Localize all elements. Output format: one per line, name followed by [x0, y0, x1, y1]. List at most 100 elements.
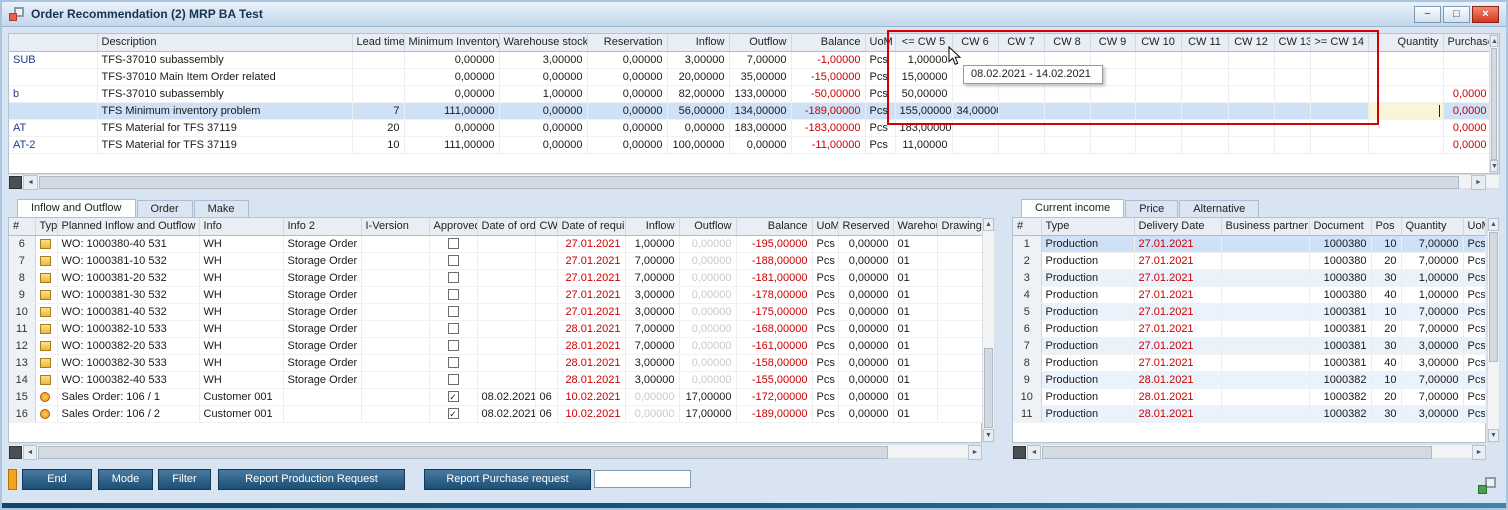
approved-checkbox[interactable]	[448, 306, 459, 317]
scrollbar-thumb[interactable]	[984, 348, 993, 428]
scrollbar-thumb[interactable]	[1491, 48, 1497, 160]
item-column-header[interactable]: Purchase ite	[1443, 34, 1491, 51]
item-column-header[interactable]: Quantity	[1368, 34, 1443, 51]
current-income-column-header[interactable]: Business partner	[1221, 218, 1309, 235]
scrollbar-thumb[interactable]	[39, 176, 1459, 189]
inflow-outflow-column-header[interactable]: Typ	[35, 218, 57, 235]
approved-checkbox[interactable]	[448, 289, 459, 300]
inflow-outflow-column-header[interactable]: I-Version	[361, 218, 429, 235]
inflow-outflow-column-header[interactable]: Inflow	[625, 218, 679, 235]
item-column-header[interactable]: Inflow	[667, 34, 729, 51]
item-column-header[interactable]: CW 13	[1274, 34, 1310, 51]
current-income-column-header[interactable]: Type	[1041, 218, 1134, 235]
inflow-outflow-column-header[interactable]: Drawing	[937, 218, 983, 235]
approved-checkbox[interactable]	[448, 323, 459, 334]
scroll-right-icon[interactable]: ►	[1471, 175, 1486, 190]
inflow-outflow-row[interactable]: 13 WO: 1000382-30 533 WH Storage Order 2…	[9, 354, 983, 371]
current-income-vscrollbar[interactable]: ▲ ▼	[1487, 217, 1500, 443]
cell-quantity[interactable]	[1368, 51, 1443, 68]
tab[interactable]: Inflow and Outflow	[17, 199, 136, 217]
item-row[interactable]: TFS Minimum inventory problem 7 111,0000…	[9, 102, 1491, 119]
tab[interactable]: Order	[137, 200, 193, 217]
inflow-outflow-column-header[interactable]: UoM	[812, 218, 838, 235]
inflow-outflow-column-header[interactable]: Date of requiren	[557, 218, 625, 235]
close-button[interactable]: ×	[1472, 6, 1499, 23]
current-income-row[interactable]: 11 Production 28.01.2021 1000382 30 3,00…	[1013, 405, 1485, 422]
inflow-outflow-row[interactable]: 16 Sales Order: 106 / 2 Customer 001 ✓ 0…	[9, 405, 983, 422]
splitter-grip[interactable]	[9, 446, 22, 459]
item-row[interactable]: TFS-37010 Main Item Order related 0,0000…	[9, 68, 1491, 85]
approved-checkbox[interactable]: ✓	[448, 408, 459, 419]
inflow-outflow-row[interactable]: 8 WO: 1000381-20 532 WH Storage Order 27…	[9, 269, 983, 286]
current-income-column-header[interactable]: Quantity	[1401, 218, 1463, 235]
inflow-outflow-column-header[interactable]: Outflow	[679, 218, 736, 235]
current-income-row[interactable]: 1 Production 27.01.2021 1000380 10 7,000…	[1013, 235, 1485, 252]
current-income-row[interactable]: 9 Production 28.01.2021 1000382 10 7,000…	[1013, 371, 1485, 388]
current-income-column-header[interactable]: Delivery Date	[1134, 218, 1221, 235]
current-income-row[interactable]: 5 Production 27.01.2021 1000381 10 7,000…	[1013, 303, 1485, 320]
inflow-outflow-column-header[interactable]: Approved	[429, 218, 477, 235]
item-table-hscrollbar[interactable]: ◄ ►	[8, 174, 1500, 189]
inflow-outflow-row[interactable]: 10 WO: 1000381-40 532 WH Storage Order 2…	[9, 303, 983, 320]
current-income-column-header[interactable]: Document	[1309, 218, 1371, 235]
current-income-row[interactable]: 8 Production 27.01.2021 1000381 40 3,000…	[1013, 354, 1485, 371]
current-income-row[interactable]: 6 Production 27.01.2021 1000381 20 7,000…	[1013, 320, 1485, 337]
end-button[interactable]: End	[22, 469, 92, 490]
inflow-outflow-vscrollbar[interactable]: ▲ ▼	[982, 217, 995, 443]
item-column-header[interactable]: Reservation	[587, 34, 667, 51]
approved-checkbox[interactable]	[448, 255, 459, 266]
inflow-outflow-column-header[interactable]: Info	[199, 218, 283, 235]
cell-quantity[interactable]	[1368, 102, 1443, 119]
inflow-outflow-column-header[interactable]: Warehouse	[893, 218, 937, 235]
cell-quantity[interactable]	[1368, 119, 1443, 136]
item-column-header[interactable]: CW 8	[1044, 34, 1090, 51]
scroll-down-icon[interactable]: ▼	[1488, 429, 1499, 442]
report-production-request-button[interactable]: Report Production Request	[218, 469, 405, 490]
tab[interactable]: Make	[194, 200, 249, 217]
report-purchase-request-button[interactable]: Report Purchase request	[424, 469, 591, 490]
maximize-button[interactable]: □	[1443, 6, 1470, 23]
scroll-right-icon[interactable]: ►	[1472, 445, 1486, 460]
tab[interactable]: Price	[1125, 200, 1178, 217]
approved-checkbox[interactable]	[448, 357, 459, 368]
footer-input[interactable]	[594, 470, 691, 488]
current-income-row[interactable]: 7 Production 27.01.2021 1000381 30 3,000…	[1013, 337, 1485, 354]
item-column-header[interactable]: >= CW 14	[1310, 34, 1368, 51]
approved-checkbox[interactable]	[448, 238, 459, 249]
current-income-column-header[interactable]: Pos	[1371, 218, 1401, 235]
current-income-row[interactable]: 4 Production 27.01.2021 1000380 40 1,000…	[1013, 286, 1485, 303]
inflow-outflow-column-header[interactable]: Info 2	[283, 218, 361, 235]
scroll-right-icon[interactable]: ►	[968, 445, 982, 460]
scrollbar-thumb[interactable]	[38, 446, 888, 459]
scroll-up-icon[interactable]: ▲	[1488, 218, 1499, 231]
item-column-header[interactable]: Warehouse stock	[499, 34, 587, 51]
item-column-header[interactable]: Minimum Inventory	[404, 34, 499, 51]
approved-checkbox[interactable]: ✓	[448, 391, 459, 402]
tab[interactable]: Current income	[1021, 199, 1124, 217]
approved-checkbox[interactable]	[448, 272, 459, 283]
approved-checkbox[interactable]	[448, 340, 459, 351]
approved-checkbox[interactable]	[448, 374, 459, 385]
item-row[interactable]: SUB TFS-37010 subassembly 0,00000 3,0000…	[9, 51, 1491, 68]
current-income-column-header[interactable]: #	[1013, 218, 1041, 235]
item-column-header[interactable]: CW 9	[1090, 34, 1135, 51]
minimize-button[interactable]: −	[1414, 6, 1441, 23]
scroll-up-icon[interactable]: ▲	[983, 218, 994, 231]
inflow-outflow-column-header[interactable]: Reserved	[838, 218, 893, 235]
scroll-down-icon[interactable]: ▼	[1490, 160, 1498, 172]
item-column-header[interactable]: CW 10	[1135, 34, 1181, 51]
inflow-outflow-column-header[interactable]: Balance	[736, 218, 812, 235]
item-column-header[interactable]: UoM	[865, 34, 895, 51]
scroll-up-icon[interactable]: ▲	[1490, 35, 1498, 47]
scroll-left-icon[interactable]: ◄	[23, 445, 37, 460]
scroll-down-icon[interactable]: ▼	[983, 429, 994, 442]
current-income-row[interactable]: 10 Production 28.01.2021 1000382 20 7,00…	[1013, 388, 1485, 405]
scroll-left-icon[interactable]: ◄	[23, 175, 38, 190]
item-column-header[interactable]: Outflow	[729, 34, 791, 51]
current-income-row[interactable]: 2 Production 27.01.2021 1000380 20 7,000…	[1013, 252, 1485, 269]
splitter-grip[interactable]	[1013, 446, 1026, 459]
item-table-vscrollbar[interactable]: ▲ ▼	[1489, 34, 1499, 173]
item-column-header[interactable]: Lead time	[352, 34, 404, 51]
item-row[interactable]: AT TFS Material for TFS 37119 20 0,00000…	[9, 119, 1491, 136]
current-income-row[interactable]: 3 Production 27.01.2021 1000380 30 1,000…	[1013, 269, 1485, 286]
